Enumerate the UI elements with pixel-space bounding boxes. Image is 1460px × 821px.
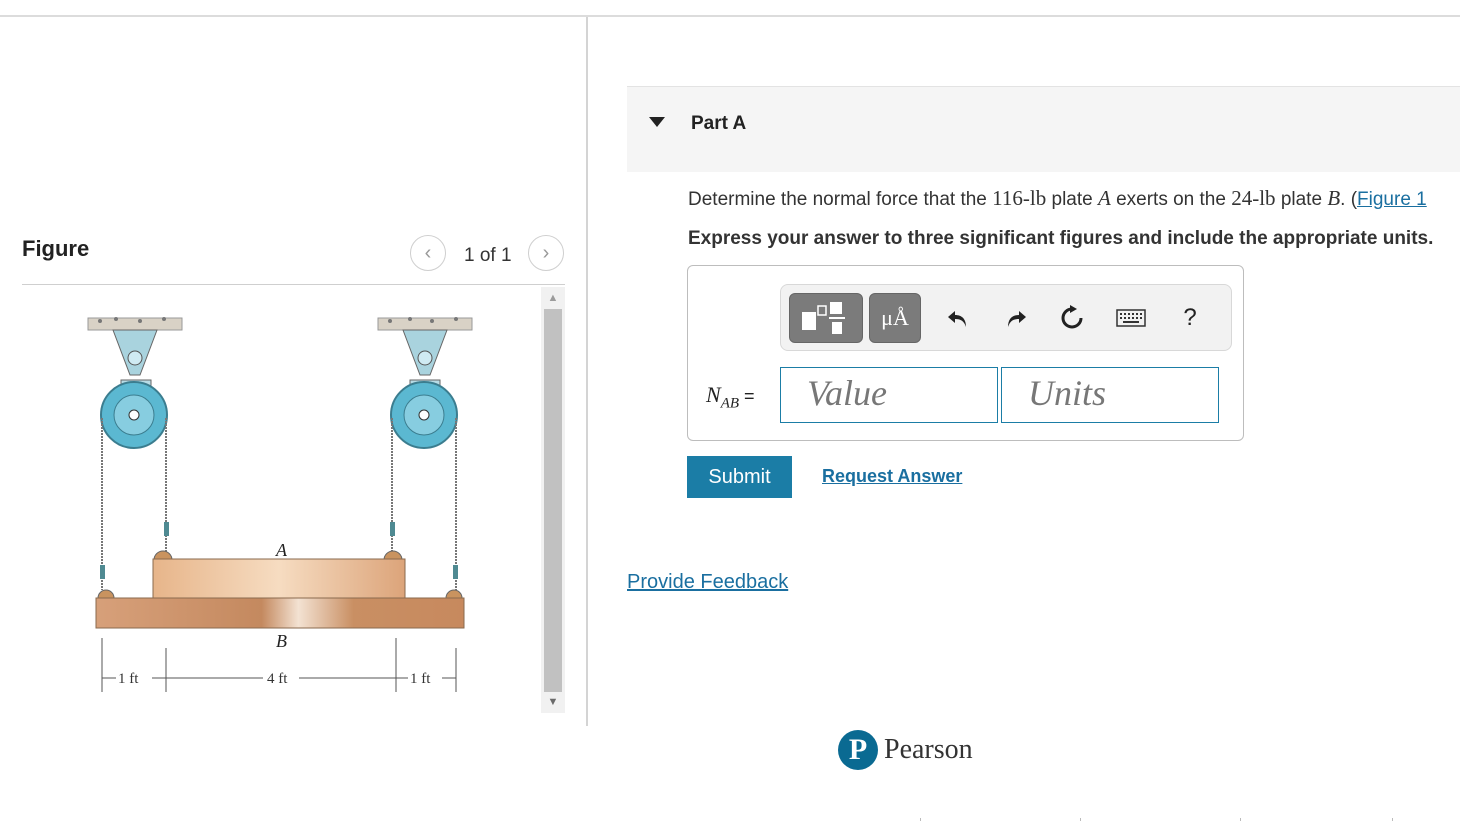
keyboard-button[interactable] [1113,293,1149,343]
plate-a-symbol: A [1097,186,1111,210]
pulley-plates-figure: A B 1 ft 4 ft 1 ft [87,317,473,692]
top-divider [0,15,1460,17]
scroll-up-arrow-icon[interactable]: ▲ [541,291,565,305]
figure-scrollbar[interactable]: ▲ ▼ [541,287,565,713]
request-answer-link[interactable]: Request Answer [822,466,962,487]
chevron-right-icon: › [542,241,550,264]
pearson-logo[interactable]: P Pearson [838,730,973,770]
units-input[interactable]: Units [1001,367,1219,423]
left-pulley [100,381,168,449]
answer-instruction: Express your answer to three significant… [688,228,1434,249]
figure-link[interactable]: Figure 1 [1357,189,1427,210]
question-text: Determine the normal force that the 116-… [688,186,1427,210]
provide-feedback-link[interactable]: Provide Feedback [627,571,788,594]
pearson-wordmark: Pearson [884,734,973,765]
previous-figure-button[interactable]: ‹ [410,235,446,271]
weight-b: 24-lb [1231,186,1276,210]
templates-button[interactable] [789,293,863,343]
plate-b-symbol: B [1327,186,1341,210]
submit-button[interactable]: Submit [687,456,792,498]
dim-label-left: 1 ft [118,671,139,687]
reset-icon [1061,305,1083,329]
next-figure-button[interactable]: › [528,235,564,271]
collapse-caret-icon[interactable] [649,117,665,127]
pearson-mark-icon: P [838,730,878,770]
redo-icon [1008,311,1026,327]
scrollbar-thumb[interactable] [544,309,562,692]
redo-button[interactable] [999,293,1033,343]
figure-pager-text: 1 of 1 [464,245,512,266]
right-pulley [390,381,458,449]
dim-label-right: 1 ft [410,671,431,687]
plate-a-label: A [275,540,288,560]
scroll-down-arrow-icon[interactable]: ▼ [541,695,565,709]
panel-divider [586,17,588,726]
reset-button[interactable] [1055,293,1089,343]
weight-a: 116-lb [992,186,1047,210]
answer-variable-label: NAB = [706,382,755,412]
templates-icon [802,302,845,334]
units-button[interactable]: μÅ [869,293,921,343]
help-button[interactable]: ? [1173,293,1207,343]
plate-b-label: B [276,631,287,651]
dim-label-middle: 4 ft [267,671,288,687]
undo-icon [948,311,966,327]
undo-button[interactable] [941,293,975,343]
figure-title: Figure [22,236,90,261]
value-input[interactable]: Value [780,367,998,423]
math-toolbar: μÅ ? [780,284,1232,351]
part-title: Part A [691,113,747,134]
figure-divider [22,284,565,285]
keyboard-icon [1116,309,1146,327]
chevron-left-icon: ‹ [424,241,432,264]
answer-box: μÅ ? NAB = Value Units [687,265,1244,441]
part-a-header[interactable]: Part A [627,86,1460,172]
